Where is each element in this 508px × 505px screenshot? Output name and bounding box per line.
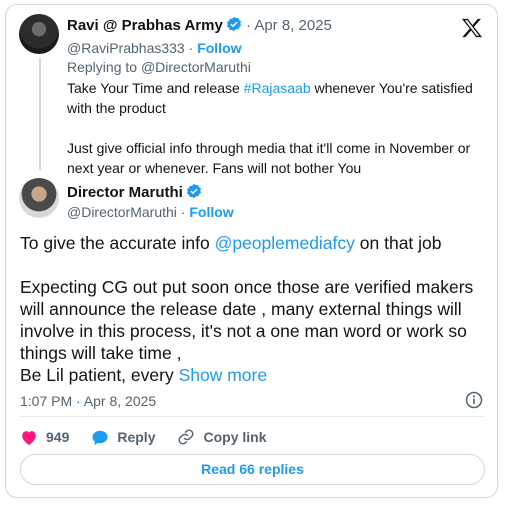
avatar-ravi[interactable] (19, 14, 59, 54)
reply-handle-separator: · (188, 40, 194, 56)
replying-to-label: Replying to (67, 59, 138, 75)
reply-button[interactable]: Reply (91, 429, 155, 446)
post-text-part2: on that job (354, 233, 442, 253)
post-handle[interactable]: @DirectorMaruthi (67, 204, 177, 220)
post-text-para2: Expecting CG out put soon once those are… (20, 277, 474, 363)
action-bar: 949 Reply Copy link (20, 428, 289, 446)
reply-text-part1: Take Your Time and release (67, 80, 244, 96)
reply-label: Reply (117, 429, 156, 445)
info-icon[interactable] (465, 391, 483, 414)
copy-link-label: Copy link (203, 429, 267, 445)
reply-text: Take Your Time and release #Rajasaab whe… (67, 78, 487, 178)
reply-header: Ravi @ Prabhas Army · Apr 8, 2025 (67, 16, 332, 36)
like-count: 949 (46, 429, 70, 445)
post-text-para3: Be Lil patient, every (20, 365, 179, 385)
show-more-link[interactable]: Show more (179, 365, 268, 385)
follow-button-maruthi[interactable]: Follow (189, 204, 233, 220)
x-logo-icon[interactable] (461, 18, 483, 43)
post-author-name[interactable]: Director Maruthi (67, 184, 183, 201)
replying-to-handle[interactable]: @DirectorMaruthi (141, 59, 251, 75)
reply-handle-row: @RaviPrabhas333 · Follow (67, 40, 242, 56)
post-timestamp[interactable]: 1:07 PM · Apr 8, 2025 (20, 393, 156, 409)
mention-link[interactable]: @peoplemediafcy (215, 233, 355, 253)
avatar-director-maruthi[interactable] (19, 178, 59, 218)
read-replies-button[interactable]: Read 66 replies (20, 454, 485, 485)
reply-text-para2: Just give official info through media th… (67, 140, 471, 176)
divider (20, 416, 485, 417)
reply-author-name[interactable]: Ravi @ Prabhas Army (67, 17, 223, 34)
reply-bubble-icon (92, 430, 108, 445)
reply-separator: · (245, 17, 251, 34)
reply-date[interactable]: Apr 8, 2025 (254, 17, 332, 34)
link-icon (179, 429, 194, 445)
hashtag-link[interactable]: #Rajasaab (244, 80, 311, 96)
like-button[interactable]: 949 (20, 429, 69, 446)
thread-connector-line (39, 58, 41, 170)
verified-badge-icon (186, 183, 202, 203)
post-text: To give the accurate info @peoplemediafc… (20, 232, 490, 386)
verified-badge-icon (226, 16, 242, 36)
post-text-part1: To give the accurate info (20, 233, 215, 253)
replying-to: Replying to @DirectorMaruthi (67, 59, 251, 75)
follow-button-ravi[interactable]: Follow (197, 40, 241, 56)
post-handle-separator: · (180, 204, 186, 220)
reply-handle[interactable]: @RaviPrabhas333 (67, 40, 185, 56)
post-header: Director Maruthi (67, 183, 202, 203)
copy-link-button[interactable]: Copy link (177, 428, 267, 446)
post-handle-row: @DirectorMaruthi · Follow (67, 204, 234, 220)
heart-icon (22, 430, 36, 445)
